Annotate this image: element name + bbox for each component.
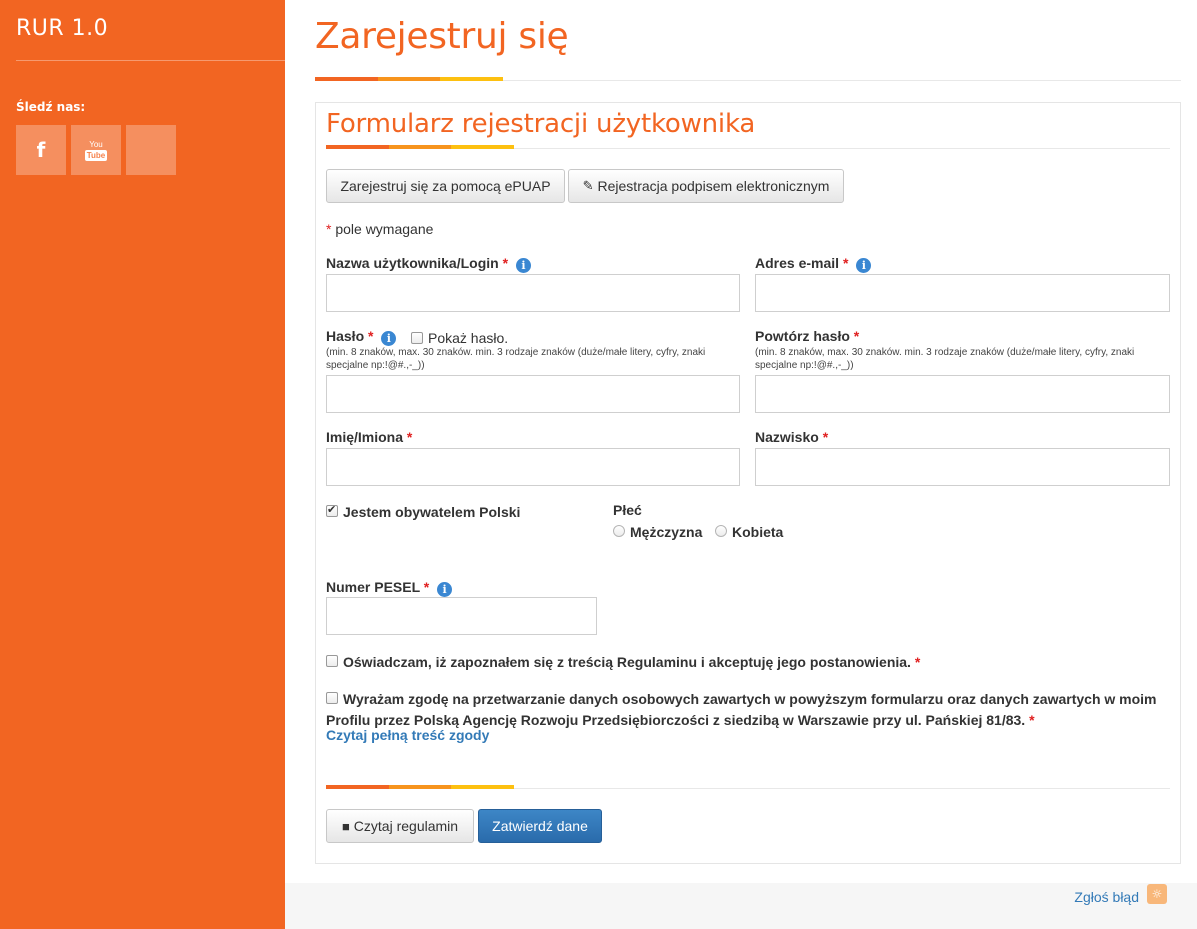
submit-button[interactable]: Zatwierdź dane (478, 809, 602, 843)
citizen-label: Jestem obywatelem Polski (343, 504, 521, 520)
pesel-required-star: * (423, 579, 430, 595)
brand-title[interactable]: RUR 1.0 (16, 16, 108, 41)
required-note-text: pole wymagane (331, 221, 434, 237)
last-name-label: Nazwisko * (755, 429, 828, 445)
login-label: Nazwa użytkownika/Login * i (326, 255, 531, 273)
password-required-star: * (368, 328, 374, 344)
sidebar-divider (16, 60, 285, 61)
sidebar: RUR 1.0 Śledź nas: f You Tube (0, 0, 285, 929)
info-icon[interactable]: i (381, 331, 397, 346)
pesel-label-text: Numer PESEL (326, 579, 420, 595)
email-required-star: * (842, 255, 849, 271)
page-title: Zarejestruj się (315, 16, 569, 57)
first-name-label: Imię/Imiona * (326, 429, 412, 445)
footer-bar (285, 883, 1197, 929)
info-icon[interactable]: i (856, 258, 872, 273)
gender-male-label: Mężczyzna (630, 524, 703, 540)
esign-button[interactable]: ✎ Rejestracja podpisem elektronicznym (568, 169, 844, 203)
facebook-icon[interactable]: f (16, 125, 66, 175)
youtube-glyph-top: You (89, 139, 103, 149)
terms-checkbox[interactable] (326, 655, 338, 667)
terms-required-star: * (914, 654, 921, 670)
epuap-button-label: Zarejestruj się za pomocą ePUAP (340, 178, 551, 194)
youtube-icon[interactable]: You Tube (71, 125, 121, 175)
read-terms-button[interactable]: ■ Czytaj regulamin (326, 809, 474, 843)
facebook-glyph: f (36, 138, 46, 162)
gender-female-label: Kobieta (732, 524, 784, 540)
consent-full-text-link[interactable]: Czytaj pełną treść zgody (326, 727, 489, 743)
submit-button-label: Zatwierdź dane (492, 818, 588, 834)
title-stripe (315, 77, 504, 81)
pesel-input[interactable] (326, 597, 597, 635)
pesel-label: Numer PESEL * i (326, 579, 453, 597)
info-icon[interactable]: i (437, 582, 453, 597)
last-name-required-star: * (822, 429, 829, 445)
repeat-password-input[interactable] (755, 375, 1170, 413)
terms-label: Oświadczam, iż zapoznałem się z treścią … (343, 652, 1173, 673)
epuap-button[interactable]: Zarejestruj się za pomocą ePUAP (326, 169, 565, 203)
consent-required-star: * (1029, 712, 1035, 728)
repeat-password-label: Powtórz hasło * (755, 328, 859, 344)
gender-label: Płeć (613, 502, 642, 518)
book-icon: ■ (341, 818, 350, 834)
citizen-checkbox[interactable] (326, 503, 338, 517)
first-name-input[interactable] (326, 448, 740, 486)
email-input[interactable] (755, 274, 1170, 312)
form-title-stripe (326, 145, 515, 149)
terms-label-text: Oświadczam, iż zapoznałem się z treścią … (343, 654, 911, 670)
last-name-input[interactable] (755, 448, 1170, 486)
social-placeholder-icon[interactable] (126, 125, 176, 175)
repeat-password-required-star: * (853, 328, 860, 344)
login-label-text: Nazwa użytkownika/Login (326, 255, 499, 271)
info-icon[interactable]: i (515, 258, 531, 273)
follow-label: Śledź nas: (16, 100, 86, 114)
main-content: Zarejestruj się Formularz rejestracji uż… (285, 0, 1197, 929)
consent-label: Wyrażam zgodę na przetwarzanie danych os… (326, 689, 1171, 731)
report-bug-link[interactable]: Zgłoś błąd (1074, 889, 1139, 905)
gender-male-radio[interactable] (613, 525, 625, 537)
gender-female-radio[interactable] (715, 525, 727, 537)
password-label: Hasło * i (326, 328, 397, 346)
registration-panel: Formularz rejestracji użytkownika Zareje… (315, 102, 1181, 864)
repeat-password-hint: (min. 8 znaków, max. 30 znaków. min. 3 r… (755, 347, 1135, 371)
password-input[interactable] (326, 375, 740, 413)
email-label-text: Adres e-mail (755, 255, 840, 271)
login-input[interactable] (326, 274, 740, 312)
bottom-stripe (326, 785, 515, 789)
pencil-icon: ✎ (582, 178, 594, 193)
required-note: * pole wymagane (326, 221, 433, 237)
last-name-label-text: Nazwisko (755, 429, 819, 445)
youtube-glyph-bottom: Tube (84, 149, 108, 161)
read-terms-button-label: Czytaj regulamin (353, 818, 459, 834)
repeat-password-label-text: Powtórz hasło (755, 328, 850, 344)
first-name-required-star: * (406, 429, 413, 445)
form-title: Formularz rejestracji użytkownika (326, 109, 756, 139)
show-password-label: Pokaż hasło. (428, 330, 509, 346)
password-hint: (min. 8 znaków, max. 30 znaków. min. 3 r… (326, 347, 706, 371)
esign-button-label: Rejestracja podpisem elektronicznym (597, 178, 830, 194)
bug-icon[interactable]: ☼ (1147, 884, 1167, 904)
show-password-checkbox[interactable] (411, 332, 423, 344)
password-label-text: Hasło (326, 328, 365, 344)
email-label: Adres e-mail * i (755, 255, 872, 273)
login-required-star: * (502, 255, 509, 271)
first-name-label-text: Imię/Imiona (326, 429, 404, 445)
